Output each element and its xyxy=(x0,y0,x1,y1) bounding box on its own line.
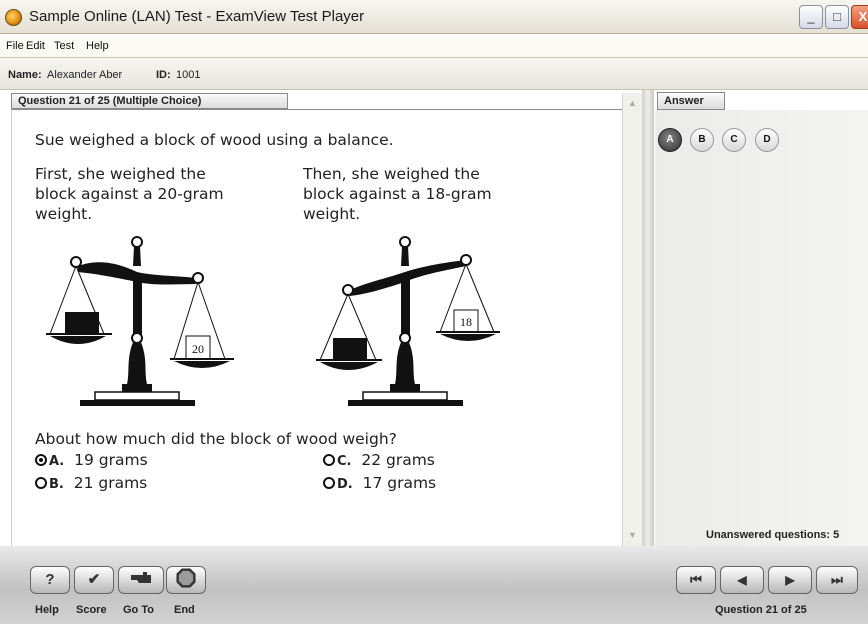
maximize-button[interactable]: □ xyxy=(825,5,849,29)
help-icon: ? xyxy=(45,571,55,588)
right-weight-label: 18 xyxy=(460,315,472,329)
question-header-tab: Question 21 of 25 (Multiple Choice) xyxy=(11,93,288,109)
left-caption-line: First, she weighed the xyxy=(35,165,206,183)
student-name: Alexander Aber xyxy=(47,69,123,81)
student-info-bar: Name: Alexander Aber ID: 1001 xyxy=(0,58,868,90)
checkmark-icon: ✔ xyxy=(87,571,101,588)
previous-question-button[interactable]: ◀ xyxy=(720,566,764,594)
title-bar: Sample Online (LAN) Test - ExamView Test… xyxy=(0,0,868,34)
answer-a-button[interactable]: A xyxy=(658,128,682,152)
id-label: ID: xyxy=(156,69,171,81)
previous-icon: ◀ xyxy=(737,573,747,587)
last-question-button[interactable]: ⏭ xyxy=(816,566,858,594)
score-button[interactable]: ✔ xyxy=(74,566,114,594)
next-question-button[interactable]: ▶ xyxy=(768,566,812,594)
balance-scale-right: 18 xyxy=(316,236,500,406)
choice-c[interactable]: C. 22 grams xyxy=(323,451,435,469)
name-label: Name: xyxy=(8,69,42,81)
unanswered-count: Unanswered questions: 5 xyxy=(706,529,840,541)
choice-text: 22 grams xyxy=(361,451,435,469)
choice-text: 17 grams xyxy=(362,474,437,492)
app-logo-icon xyxy=(5,9,22,26)
choice-text: 21 grams xyxy=(73,474,148,492)
scroll-down-icon[interactable]: ▼ xyxy=(624,527,641,543)
choice-d[interactable]: D. 17 grams xyxy=(323,474,436,492)
choice-letter: A. xyxy=(49,454,65,469)
choice-letter: B. xyxy=(49,477,64,492)
left-caption-line: block against a 20-gram xyxy=(35,185,224,203)
question-position: Question 21 of 25 xyxy=(715,604,807,616)
exam-window: Sample Online (LAN) Test - ExamView Test… xyxy=(0,0,868,624)
goto-label: Go To xyxy=(123,604,154,616)
skip-first-icon: ⏮ xyxy=(690,572,702,587)
answer-b-button[interactable]: B xyxy=(690,128,714,152)
goto-button[interactable] xyxy=(118,566,164,594)
right-caption-line: weight. xyxy=(303,205,361,223)
help-label: Help xyxy=(35,604,59,616)
next-icon: ▶ xyxy=(785,573,795,587)
window-title: Sample Online (LAN) Test - ExamView Test… xyxy=(29,8,365,25)
radio-icon[interactable] xyxy=(35,477,47,489)
stop-octagon-icon xyxy=(176,568,196,588)
panel-divider[interactable] xyxy=(642,90,654,546)
end-label: End xyxy=(174,604,195,616)
scroll-up-icon[interactable]: ▲ xyxy=(624,95,641,111)
question-stem: Sue weighed a block of wood using a bala… xyxy=(35,131,394,149)
answer-panel xyxy=(655,110,868,546)
close-button[interactable]: X xyxy=(851,5,868,29)
student-id: 1001 xyxy=(176,69,201,81)
choice-b[interactable]: B. 21 grams xyxy=(35,474,147,492)
minimize-button[interactable]: _ xyxy=(799,5,823,29)
menu-test[interactable]: Test xyxy=(54,40,74,52)
radio-icon[interactable] xyxy=(323,454,335,466)
choice-a[interactable]: A. 19 grams xyxy=(35,451,148,469)
score-label: Score xyxy=(76,604,107,616)
right-caption-line: block against a 18-gram xyxy=(303,185,492,203)
menu-edit[interactable]: Edit xyxy=(26,40,45,52)
radio-selected-icon[interactable] xyxy=(35,454,47,466)
choice-letter: D. xyxy=(337,477,353,492)
answer-d-button[interactable]: D xyxy=(755,128,779,152)
right-caption: Then, she weighed the block against a 18… xyxy=(303,164,492,224)
left-weight-label: 20 xyxy=(192,342,204,356)
menu-help[interactable]: Help xyxy=(86,40,109,52)
answer-tab: Answer xyxy=(657,92,725,110)
balance-scale-left: 20 xyxy=(46,236,234,406)
skip-last-icon: ⏭ xyxy=(831,572,843,587)
answer-c-button[interactable]: C xyxy=(722,128,746,152)
left-caption: First, she weighed the block against a 2… xyxy=(35,164,224,224)
left-caption-line: weight. xyxy=(35,205,93,223)
help-button[interactable]: ? xyxy=(30,566,70,594)
menu-bar: File Edit Test Help xyxy=(0,34,868,58)
end-button[interactable] xyxy=(166,566,206,594)
right-caption-line: Then, she weighed the xyxy=(303,165,480,183)
radio-icon[interactable] xyxy=(323,477,335,489)
question-prompt: About how much did the block of wood wei… xyxy=(35,430,397,448)
question-scrollbar[interactable]: ▲ ▼ xyxy=(622,93,642,546)
pointing-hand-icon xyxy=(131,572,151,583)
first-question-button[interactable]: ⏮ xyxy=(676,566,716,594)
choice-letter: C. xyxy=(337,454,352,469)
choice-text: 19 grams xyxy=(74,451,148,469)
menu-file[interactable]: File xyxy=(6,40,24,52)
